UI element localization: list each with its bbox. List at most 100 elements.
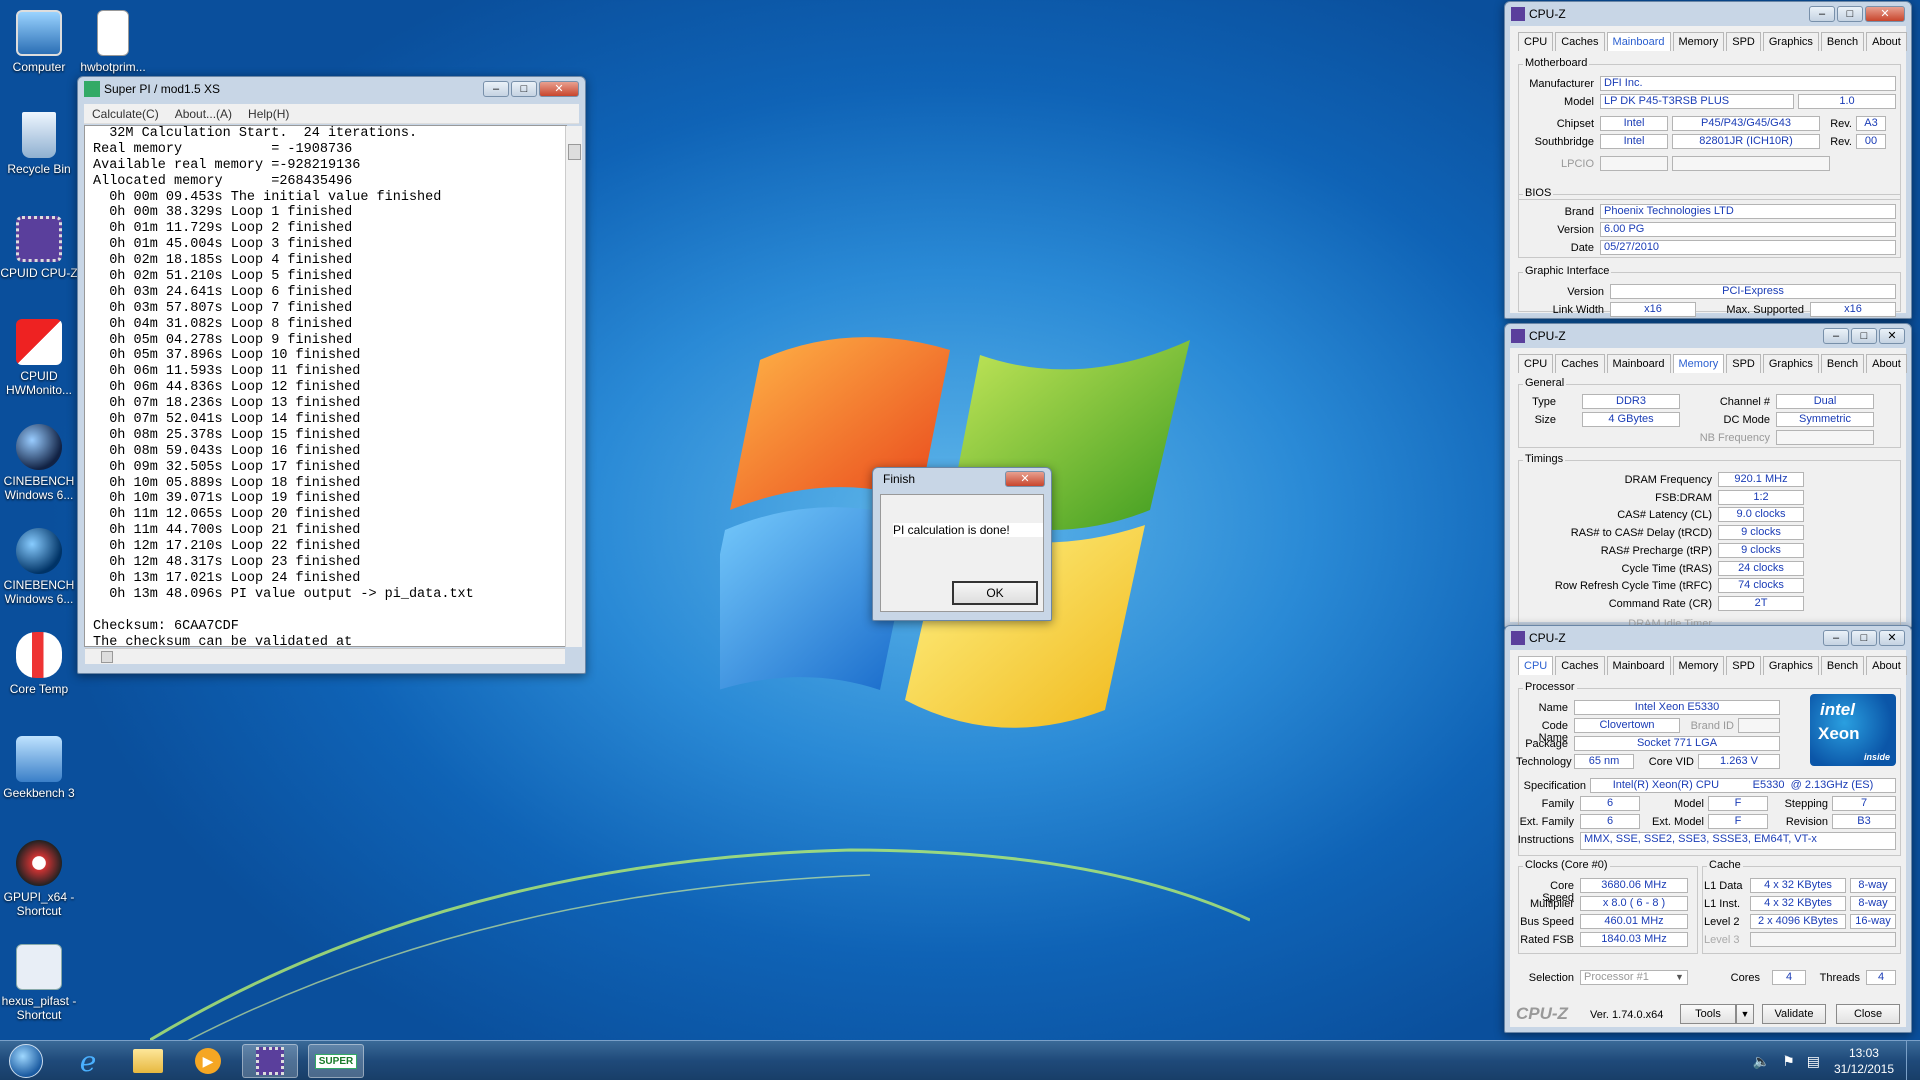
show-desktop-button[interactable] xyxy=(1906,1041,1920,1080)
close-app-button[interactable]: Close xyxy=(1836,1004,1900,1024)
tab-cpu[interactable]: CPU xyxy=(1518,32,1554,51)
superpi-label: SUPER xyxy=(314,1053,358,1069)
desktop-icon-core-temp[interactable]: Core Temp xyxy=(0,626,78,696)
rated-fsb-label: Rated FSB xyxy=(1520,934,1574,946)
minimize-button[interactable]: – xyxy=(1809,6,1835,22)
tab-spd[interactable]: SPD xyxy=(1726,656,1761,675)
desktop-icon-gpupi[interactable]: GPUPI_x64 - Shortcut xyxy=(0,834,78,918)
ok-button[interactable]: OK xyxy=(952,581,1038,605)
cpuz-titlebar[interactable]: CPU-Z – □ ✕ xyxy=(1505,324,1911,348)
scroll-thumb[interactable] xyxy=(568,144,581,160)
menu-help[interactable]: Help(H) xyxy=(240,107,297,121)
desktop-icon-geekbench[interactable]: Geekbench 3 xyxy=(0,730,78,800)
core-vid-value: 1.263 V xyxy=(1698,754,1780,769)
internet-explorer-icon: e xyxy=(79,1044,97,1078)
windows-orb-icon xyxy=(9,1044,43,1078)
tab-mainboard[interactable]: Mainboard xyxy=(1606,354,1671,373)
cpuz-body: CPU Caches Mainboard Memory SPD Graphics… xyxy=(1510,26,1907,317)
tab-memory[interactable]: Memory xyxy=(1672,32,1725,51)
start-button[interactable] xyxy=(2,1044,50,1078)
desktop-icon-cpuz[interactable]: CPUID CPU-Z xyxy=(0,210,78,280)
maximize-button[interactable]: □ xyxy=(511,81,537,97)
tab-mainboard[interactable]: Mainboard xyxy=(1606,32,1671,51)
tab-memory[interactable]: Memory xyxy=(1672,354,1725,373)
geekbench-icon xyxy=(16,736,62,782)
horizontal-scrollbar[interactable] xyxy=(85,648,565,664)
hscroll-thumb[interactable] xyxy=(101,651,113,663)
window-title: CPU-Z xyxy=(1529,631,1566,645)
tab-mainboard[interactable]: Mainboard xyxy=(1606,656,1671,675)
tools-button[interactable]: Tools xyxy=(1680,1004,1736,1024)
taskbar-clock[interactable]: 13:03 31/12/2015 xyxy=(1834,1045,1894,1077)
desktop-icon-hwmonitor[interactable]: CPUID HWMonito... xyxy=(0,313,78,397)
close-button[interactable]: ✕ xyxy=(1879,328,1905,344)
timing-label: CAS# Latency (CL) xyxy=(1617,509,1712,522)
menu-about[interactable]: About...(A) xyxy=(167,107,240,121)
tab-about[interactable]: About xyxy=(1866,656,1907,675)
tab-cpu[interactable]: CPU xyxy=(1518,656,1554,675)
close-button[interactable]: ✕ xyxy=(539,81,579,97)
cpuz-titlebar[interactable]: CPU-Z – □ ✕ xyxy=(1505,626,1911,650)
tab-caches[interactable]: Caches xyxy=(1555,656,1605,675)
model-value: F xyxy=(1708,796,1768,811)
close-button[interactable]: ✕ xyxy=(1879,630,1905,646)
close-button[interactable]: ✕ xyxy=(1865,6,1905,22)
tab-caches[interactable]: Caches xyxy=(1555,32,1605,51)
desktop-icon-hexus-pifast[interactable]: hexus_pifast - Shortcut xyxy=(0,938,78,1022)
selection-dropdown[interactable]: Processor #1 xyxy=(1580,970,1688,985)
vertical-scrollbar[interactable] xyxy=(565,126,582,647)
tab-about[interactable]: About xyxy=(1866,32,1907,51)
dialog-titlebar[interactable]: Finish ✕ xyxy=(873,468,1051,490)
tab-cpu[interactable]: CPU xyxy=(1518,354,1554,373)
minimize-button[interactable]: – xyxy=(1823,630,1849,646)
lpcio-value xyxy=(1672,156,1830,171)
desktop-icon-computer[interactable]: Computer xyxy=(0,4,78,74)
cpuz-titlebar[interactable]: CPU-Z – □ ✕ xyxy=(1505,2,1911,26)
minimize-button[interactable]: – xyxy=(1823,328,1849,344)
taskbar-cpuz[interactable] xyxy=(242,1044,298,1078)
taskbar-superpi[interactable]: SUPER xyxy=(308,1044,364,1078)
maximize-button[interactable]: □ xyxy=(1851,630,1877,646)
tab-graphics[interactable]: Graphics xyxy=(1762,354,1819,373)
tab-about[interactable]: About xyxy=(1866,354,1907,373)
desktop-icon-recycle-bin[interactable]: Recycle Bin xyxy=(0,106,78,176)
tools-dropdown-button[interactable]: ▼ xyxy=(1736,1004,1754,1024)
taskbar-media-player[interactable]: ▶ xyxy=(180,1044,236,1078)
desktop-icon-label: Recycle Bin xyxy=(7,162,71,176)
validate-button[interactable]: Validate xyxy=(1762,1004,1826,1024)
multiplier-value: x 8.0 ( 6 - 8 ) xyxy=(1580,896,1688,911)
tab-caches[interactable]: Caches xyxy=(1555,354,1605,373)
chevron-down-icon[interactable]: ▼ xyxy=(1675,972,1684,982)
minimize-button[interactable]: – xyxy=(483,81,509,97)
output-line: 0h 07m 52.041s Loop 14 finished xyxy=(93,412,361,428)
taskbar-ie[interactable]: e xyxy=(60,1044,116,1078)
desktop-icon-cinebench-1[interactable]: CINEBENCH Windows 6... xyxy=(0,418,78,502)
action-center-flag-icon[interactable]: ⚑ xyxy=(1782,1053,1795,1070)
desktop-icon-cinebench-2[interactable]: CINEBENCH Windows 6... xyxy=(0,522,78,606)
tab-bench[interactable]: Bench xyxy=(1820,354,1865,373)
instructions-value: MMX, SSE, SSE2, SSE3, SSSE3, EM64T, VT-x xyxy=(1580,832,1896,850)
tab-spd[interactable]: SPD xyxy=(1726,354,1761,373)
taskbar-explorer[interactable] xyxy=(120,1044,176,1078)
superpi-titlebar[interactable]: Super PI / mod1.5 XS – □ ✕ xyxy=(78,77,585,101)
tab-strip: CPU Caches Mainboard Memory SPD Graphics… xyxy=(1518,656,1909,675)
close-button[interactable]: ✕ xyxy=(1005,471,1045,487)
tab-bench[interactable]: Bench xyxy=(1820,656,1865,675)
desktop-icon-label: hexus_pifast - Shortcut xyxy=(1,994,77,1022)
stepping-value: 7 xyxy=(1832,796,1896,811)
desktop-icon-hwbotprime[interactable]: hwbotprim... xyxy=(74,4,152,74)
tab-graphics[interactable]: Graphics xyxy=(1762,656,1819,675)
cpuz-body: CPU Caches Mainboard Memory SPD Graphics… xyxy=(1510,650,1909,1027)
maximize-button[interactable]: □ xyxy=(1851,328,1877,344)
tab-graphics[interactable]: Graphics xyxy=(1762,32,1819,51)
menu-calculate[interactable]: Calculate(C) xyxy=(84,107,167,121)
cache-size-value: 4 x 32 KBytes xyxy=(1750,896,1846,911)
network-icon[interactable]: ▤ xyxy=(1807,1053,1820,1070)
maximize-button[interactable]: □ xyxy=(1837,6,1863,22)
desktop-icon-label: CPUID CPU-Z xyxy=(0,266,78,280)
speaker-icon[interactable]: 🔈 xyxy=(1753,1053,1770,1070)
tab-bench[interactable]: Bench xyxy=(1820,32,1865,51)
tab-spd[interactable]: SPD xyxy=(1726,32,1761,51)
tab-memory[interactable]: Memory xyxy=(1672,656,1725,675)
group-title: Cache xyxy=(1707,859,1743,871)
